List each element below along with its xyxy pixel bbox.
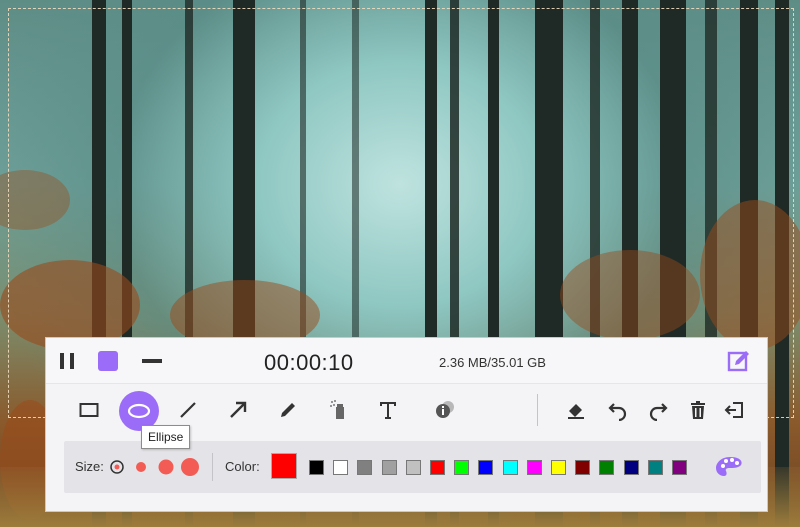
arrow-icon bbox=[230, 401, 247, 418]
color-swatch[interactable] bbox=[599, 460, 615, 475]
minimize-icon bbox=[142, 359, 162, 363]
current-color-swatch[interactable] bbox=[271, 453, 297, 479]
rectangle-tool-button[interactable] bbox=[74, 395, 104, 425]
color-swatch[interactable] bbox=[551, 460, 566, 475]
trash-icon bbox=[691, 401, 705, 419]
more-colors-button[interactable] bbox=[715, 453, 745, 481]
line-tool-button[interactable] bbox=[173, 395, 203, 425]
line-icon bbox=[180, 402, 196, 418]
tooltip: Ellipse bbox=[141, 425, 191, 449]
pen-tool-button[interactable] bbox=[273, 395, 303, 425]
redo-icon bbox=[649, 403, 668, 421]
pause-button[interactable] bbox=[54, 348, 80, 374]
undo-icon bbox=[608, 403, 627, 421]
minimize-button[interactable] bbox=[139, 348, 165, 374]
undo-button[interactable] bbox=[603, 395, 633, 425]
recording-timer: 00:00:10 bbox=[264, 350, 354, 375]
text-icon bbox=[380, 402, 396, 419]
color-swatch[interactable] bbox=[672, 460, 687, 475]
redo-button[interactable] bbox=[643, 395, 673, 425]
eraser-button[interactable] bbox=[561, 395, 591, 425]
callout-icon bbox=[436, 401, 454, 418]
palette-icon bbox=[716, 457, 742, 476]
exit-drawing-button[interactable] bbox=[719, 395, 749, 425]
size-option-medium[interactable] bbox=[133, 459, 149, 475]
size-option-small[interactable] bbox=[109, 459, 125, 475]
callout-tool-button[interactable] bbox=[431, 395, 461, 425]
storage-info: 2.36 MB/35.01 GB bbox=[439, 355, 546, 370]
ellipse-icon bbox=[127, 403, 151, 419]
color-swatch[interactable] bbox=[405, 460, 421, 475]
recording-controls-row: 00:00:10 2.36 MB/35.01 GB bbox=[46, 338, 767, 384]
options-divider bbox=[212, 453, 213, 481]
color-swatch[interactable] bbox=[575, 460, 591, 475]
delete-button[interactable] bbox=[683, 395, 713, 425]
size-option-xlarge[interactable] bbox=[179, 456, 201, 478]
color-swatch[interactable] bbox=[381, 460, 397, 475]
color-swatch[interactable] bbox=[333, 460, 349, 475]
spray-tool-button[interactable] bbox=[324, 395, 354, 425]
color-swatch[interactable] bbox=[478, 460, 494, 475]
tools-divider bbox=[537, 394, 538, 426]
color-swatch[interactable] bbox=[357, 460, 373, 475]
text-tool-button[interactable] bbox=[373, 395, 403, 425]
stop-button[interactable] bbox=[95, 348, 121, 374]
color-swatch[interactable] bbox=[647, 460, 663, 475]
size-option-large[interactable] bbox=[156, 457, 176, 477]
stop-icon bbox=[98, 351, 118, 371]
color-swatch[interactable] bbox=[623, 460, 639, 475]
color-swatch[interactable] bbox=[430, 460, 445, 475]
pen-icon bbox=[281, 403, 295, 417]
eraser-icon bbox=[568, 404, 584, 419]
color-swatch[interactable] bbox=[502, 460, 518, 475]
pause-icon bbox=[60, 353, 74, 369]
edit-icon bbox=[727, 351, 749, 372]
size-label: Size: bbox=[75, 459, 104, 474]
edit-button[interactable] bbox=[726, 348, 752, 374]
spray-icon bbox=[330, 400, 344, 419]
color-swatch[interactable] bbox=[309, 460, 324, 475]
exit-icon bbox=[724, 402, 743, 418]
color-swatch[interactable] bbox=[454, 460, 470, 475]
rectangle-icon bbox=[79, 403, 99, 417]
arrow-tool-button[interactable] bbox=[223, 395, 253, 425]
color-swatch[interactable] bbox=[526, 460, 542, 475]
color-label: Color: bbox=[225, 459, 260, 474]
